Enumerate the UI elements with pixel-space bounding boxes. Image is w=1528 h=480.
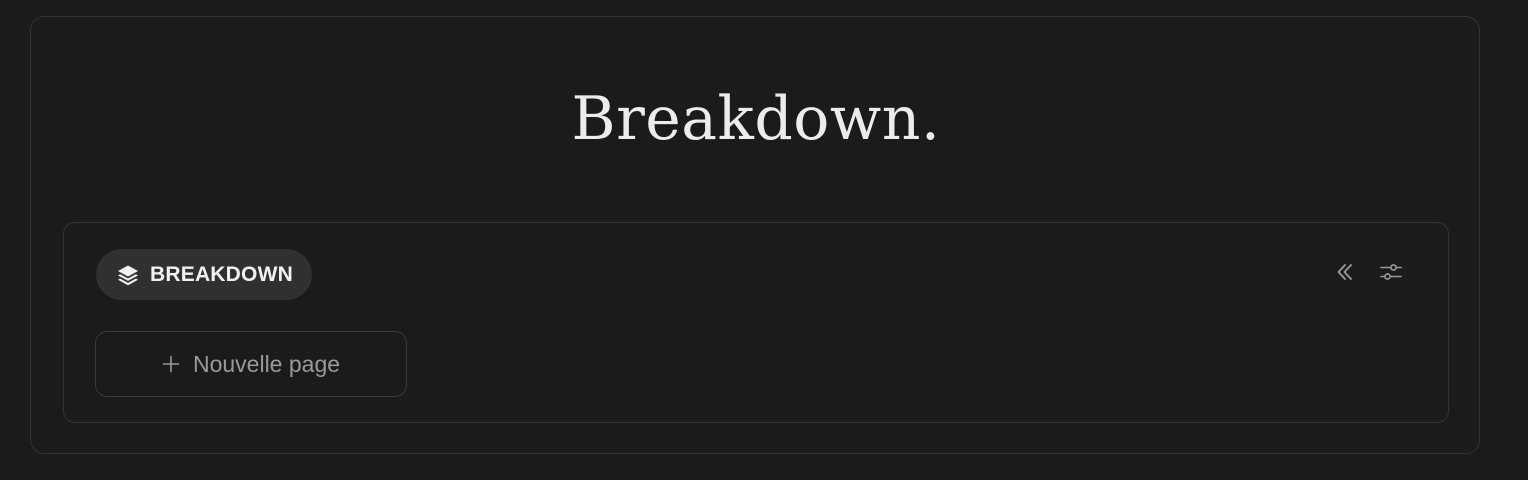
- new-page-button[interactable]: Nouvelle page: [95, 331, 407, 397]
- breakdown-section: BREAKDOWN Nouvelle page: [63, 222, 1449, 423]
- plus-icon: [162, 355, 180, 373]
- settings-button[interactable]: [1380, 263, 1402, 285]
- breakdown-tag[interactable]: BREAKDOWN: [96, 249, 312, 300]
- section-toolbar: [1334, 263, 1402, 285]
- layers-icon: [116, 263, 140, 287]
- new-page-label: Nouvelle page: [192, 350, 341, 377]
- page-title: Breakdown.: [571, 84, 941, 154]
- breakdown-card: Breakdown. BREAKDOWN Nouvelle page: [30, 16, 1480, 454]
- sliders-icon: [1380, 262, 1402, 287]
- chevrons-left-icon: [1335, 262, 1355, 287]
- breakdown-tag-label: BREAKDOWN: [150, 262, 293, 286]
- collapse-button[interactable]: [1334, 263, 1356, 285]
